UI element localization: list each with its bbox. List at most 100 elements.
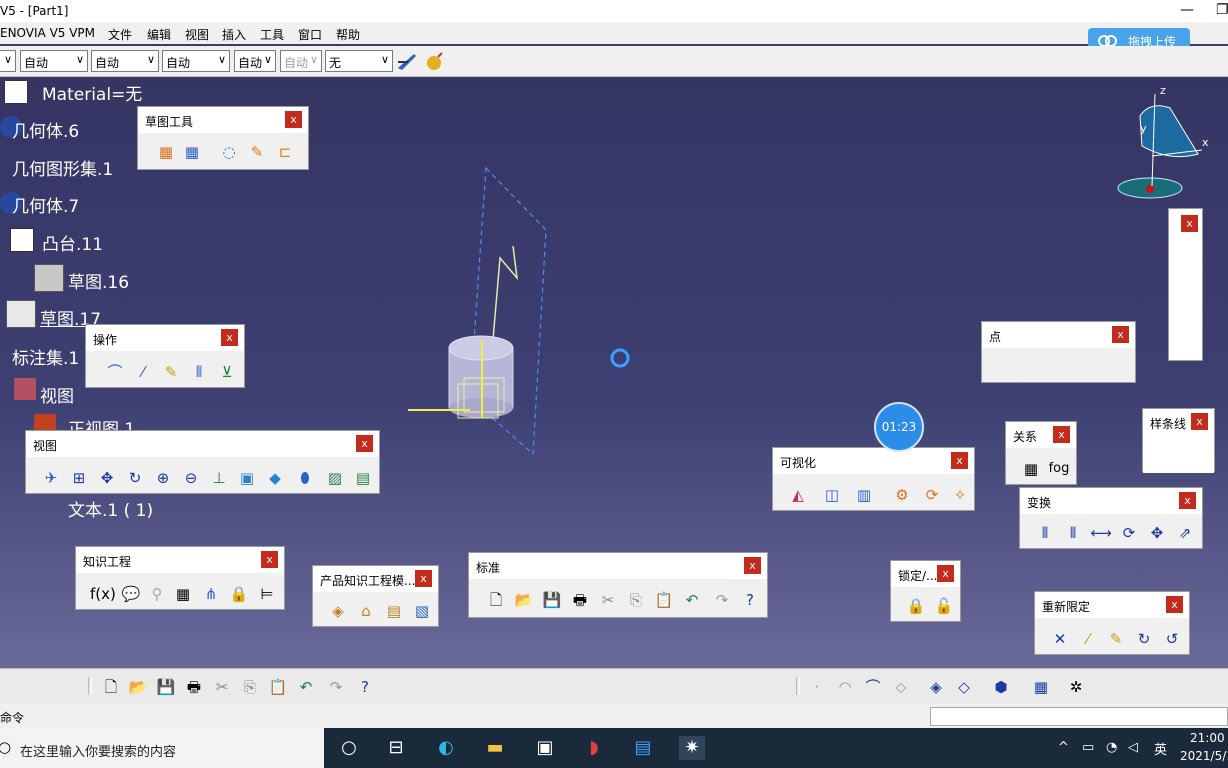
close-icon[interactable]: x (1166, 596, 1183, 613)
copy-icon[interactable]: ⎘ (625, 589, 647, 611)
close-icon[interactable]: x (1191, 413, 1208, 430)
tree-item-text-1[interactable]: 文本.1 ( 1) (68, 496, 153, 521)
print-icon[interactable]: 🖶 (569, 589, 591, 611)
select-partial[interactable]: ∨ (0, 50, 16, 72)
assembly-icon[interactable]: ⬢ (990, 676, 1012, 698)
mirror-icon[interactable]: ⫴ (188, 361, 210, 383)
table-icon[interactable]: ▦ (1030, 676, 1052, 698)
close-icon[interactable]: x (356, 435, 373, 452)
toolbar-operations[interactable]: 操作x ⌒ ⁄ ✎ ⫴ ⊻ (85, 324, 245, 388)
chamfer-icon[interactable]: ⁄ (132, 361, 154, 383)
menu-view[interactable]: 视图 (185, 26, 209, 43)
menu-help[interactable]: 帮助 (336, 26, 360, 43)
widgets-icon[interactable]: ⊟ (383, 736, 409, 760)
normal-view-icon[interactable]: ⊥ (208, 467, 230, 489)
lighting-icon[interactable]: ◫ (821, 484, 843, 506)
toolbar-lock[interactable]: 锁定/...x 🔒 🔓 (890, 560, 961, 622)
toolbar-spline[interactable]: 样条线x (1142, 408, 1215, 472)
tree-item-annotation-set-1[interactable]: 标注集.1 (12, 344, 79, 369)
grid-icon[interactable]: ▦ (155, 141, 177, 163)
quick-trim-icon[interactable]: ✕ (1049, 628, 1071, 650)
close-icon[interactable]: x (1112, 326, 1129, 343)
clock-time[interactable]: 21:00 (1190, 731, 1225, 745)
zoom-in-icon[interactable]: ⊕ (152, 467, 174, 489)
tree-item-geometric-set-1[interactable]: 几何图形集.1 (12, 155, 113, 180)
pan-icon[interactable]: ✥ (96, 467, 118, 489)
toolbar-product-knowledge[interactable]: 产品知识工程模...x ◈ ⌂ ▤ ▧ (312, 565, 439, 627)
clock-date[interactable]: 2021/5/1 (1180, 749, 1228, 763)
rotate-icon[interactable]: ↻ (124, 467, 146, 489)
diagnostic-icon[interactable]: ⟳ (921, 484, 943, 506)
check-icon[interactable]: ⊨ (256, 583, 278, 605)
undo-icon[interactable]: ↶ (681, 589, 703, 611)
rotate-icon[interactable]: ⟳ (1118, 522, 1140, 544)
close-icon[interactable]: x (744, 557, 761, 574)
depth-effect-icon[interactable]: ▥ (853, 484, 875, 506)
translate-icon[interactable]: ⟷ (1090, 522, 1112, 544)
hide-show-icon[interactable]: ▨ (324, 467, 346, 489)
cut-part-icon[interactable]: ◭ (787, 484, 809, 506)
tree-item-material[interactable]: Material=无 (42, 80, 142, 105)
toolbar-point[interactable]: 点x (981, 321, 1136, 383)
menu-edit[interactable]: 编辑 (147, 26, 171, 43)
toolbar-relations[interactable]: 关系x ▦ fog (1005, 421, 1077, 485)
toolbar-transform[interactable]: 变换x ⫴ ⫴ ⟷ ⟳ ✥ ⇗ (1019, 487, 1203, 549)
tree-item-views[interactable]: 视图 (40, 382, 74, 407)
toolbar-vertical-partial[interactable]: x (1168, 208, 1203, 361)
save-icon[interactable]: 💾 (155, 676, 177, 698)
catalog-icon[interactable]: ▧ (411, 600, 433, 622)
close-icon[interactable]: x (937, 565, 954, 582)
close-icon[interactable]: x (285, 111, 302, 128)
function-composition-icon[interactable]: fog (1048, 458, 1070, 480)
compass-icon[interactable]: z y x (1110, 86, 1220, 206)
fly-mode-icon[interactable]: ✈ (40, 467, 62, 489)
color-analysis-icon[interactable]: ✧ (949, 484, 971, 506)
select-thickness[interactable]: 自动∨ (162, 50, 230, 72)
select-point-type[interactable]: 自动∨ (234, 50, 276, 72)
scale-icon[interactable]: ✥ (1146, 522, 1168, 544)
app-2-icon[interactable]: ▤ (630, 736, 656, 760)
close-icon[interactable]: x (1179, 492, 1196, 509)
paintbrush-icon[interactable] (396, 50, 418, 72)
geometric-constraints-icon[interactable]: ✎ (246, 141, 268, 163)
design-table-icon[interactable]: ▦ (172, 583, 194, 605)
undo-icon[interactable]: ↶ (295, 676, 317, 698)
help-icon[interactable]: ? (354, 676, 376, 698)
cube-icon[interactable]: ◈ (925, 676, 947, 698)
cut-icon[interactable]: ✂ (211, 676, 233, 698)
3d-viewport[interactable]: z y x Material=无 几何体.6 几何图形集.1 几何体.7 凸台.… (0, 78, 1228, 668)
tools-icon[interactable]: ✲ (1065, 676, 1087, 698)
new-file-icon[interactable]: 🗋 (100, 676, 122, 698)
tree-item-body-6[interactable]: 几何体.6 (12, 117, 79, 142)
store-icon[interactable]: ▣ (532, 736, 558, 760)
fit-all-icon[interactable]: ⊞ (68, 467, 90, 489)
close-icon[interactable]: x (951, 452, 968, 469)
menu-enovia[interactable]: ENOVIA V5 VPM (0, 26, 95, 40)
chevron-up-icon[interactable]: ^ (1058, 740, 1069, 755)
snap-to-point-icon[interactable]: ▦ (181, 141, 203, 163)
menu-window[interactable]: 窗口 (298, 26, 322, 43)
command-input[interactable] (930, 707, 1228, 726)
cut-icon[interactable]: ✂ (597, 589, 619, 611)
menu-tools[interactable]: 工具 (260, 26, 284, 43)
select-color[interactable]: 自动∨ (20, 50, 88, 72)
tree-item-sketch-16[interactable]: 草图.16 (68, 268, 129, 293)
help-icon[interactable]: ? (739, 589, 761, 611)
menu-insert[interactable]: 插入 (222, 26, 246, 43)
minimize-icon[interactable]: — (1180, 2, 1194, 18)
corner-icon[interactable]: ⌒ (104, 361, 126, 383)
close-arc-icon[interactable]: ↻ (1133, 628, 1155, 650)
erase-icon[interactable]: ✎ (1105, 628, 1127, 650)
unlock-icon[interactable]: 🔓 (933, 595, 955, 617)
swap-space-icon[interactable]: ▤ (352, 467, 374, 489)
mirror-icon[interactable]: ⫴ (1034, 522, 1056, 544)
close-icon[interactable]: x (415, 570, 432, 587)
document-template-icon[interactable]: ▤ (383, 600, 405, 622)
shading-icon[interactable]: ⬮ (294, 467, 316, 489)
law-icon[interactable]: ⋔ (200, 583, 222, 605)
bomb-icon[interactable] (424, 50, 446, 72)
comment-icon[interactable]: 💬 (120, 583, 142, 605)
symmetry-icon[interactable]: ⫴ (1062, 522, 1084, 544)
formula-icon[interactable]: f(x) (90, 583, 112, 605)
open-folder-icon[interactable]: 📂 (127, 676, 149, 698)
